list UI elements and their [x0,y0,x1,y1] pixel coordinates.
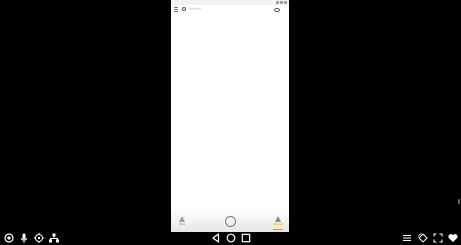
more-options-icon[interactable] [283,7,287,38]
search-placeholder: Search [188,6,201,11]
location-icon[interactable] [33,232,45,244]
network-icon[interactable] [48,232,60,244]
signal-icon [280,1,283,4]
fullscreen-icon[interactable] [432,232,444,244]
record-icon[interactable] [3,232,15,244]
mic-icon[interactable] [18,232,30,244]
back-icon[interactable] [210,232,222,244]
wifi-icon [276,1,279,4]
add-button[interactable] [225,216,236,227]
files-icon [179,216,185,222]
bottom-navigation: Files Shared [171,210,289,232]
favorite-icon[interactable] [447,232,459,244]
nav-shared-label: Shared [273,222,283,226]
menu-icon[interactable] [401,232,413,244]
nav-files[interactable]: Files [173,216,191,230]
scroll-handle[interactable] [458,199,460,204]
recents-icon[interactable] [240,232,252,244]
status-icons [276,1,287,4]
app-header: Search [171,5,289,38]
device-screen: Search Files Shared [171,0,289,232]
search-icon [182,7,186,11]
home-icon[interactable] [225,232,237,244]
visibility-icon[interactable] [274,8,280,12]
battery-icon [284,1,287,4]
content-area [171,15,289,210]
hamburger-menu-icon[interactable] [174,7,178,13]
nav-shared[interactable]: Shared [269,216,287,230]
rotate-icon[interactable] [417,232,429,244]
search-input[interactable]: Search [182,6,270,13]
shared-icon [275,216,281,222]
nav-files-label: Files [178,222,186,226]
active-indicator [273,229,283,230]
